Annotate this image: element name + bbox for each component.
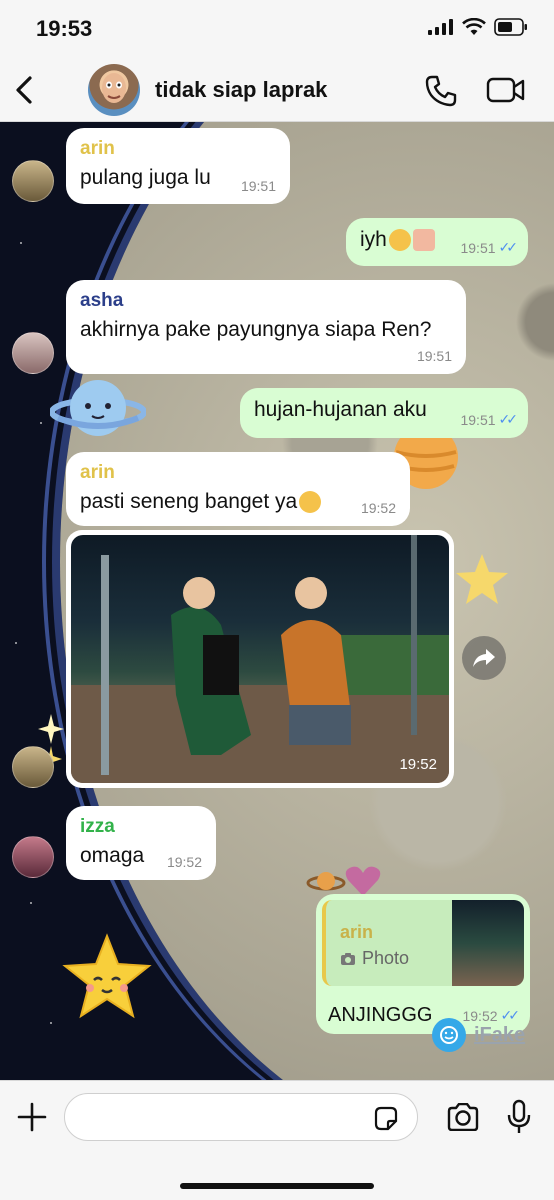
read-ticks-icon: ✓✓ — [498, 239, 519, 255]
battery-icon — [494, 18, 527, 36]
message-time: 19:51 ✓✓ — [460, 411, 519, 428]
message-time: 19:51 — [240, 178, 276, 194]
phone-icon[interactable] — [424, 74, 458, 108]
camera-icon[interactable] — [446, 1103, 480, 1131]
reply-message[interactable]: arin Photo ANJINGGG 19:52 ✓✓ — [316, 894, 530, 1034]
message-text: iyh — [360, 228, 387, 251]
read-ticks-icon: ✓✓ — [498, 411, 519, 427]
planet-sticker — [50, 380, 146, 436]
smile-icon — [432, 1018, 466, 1052]
message-time: 19:52 — [360, 500, 396, 516]
star-sticker-big — [62, 933, 152, 1019]
avatar-arin[interactable] — [12, 160, 54, 202]
sender-name: izza — [80, 816, 115, 837]
message-bubble[interactable]: hujan-hujanan aku 19:51 ✓✓ — [240, 388, 528, 438]
message-bubble[interactable]: asha akhirnya pake payungnya siapa Ren? … — [66, 280, 466, 374]
heart-hands-icon — [412, 229, 435, 252]
star-sticker-small — [456, 554, 508, 604]
signal-icon — [428, 19, 453, 35]
photo-scene — [71, 535, 449, 783]
watermark-text: iFake — [474, 1023, 526, 1046]
message-bubble[interactable]: izza omaga 19:52 — [66, 806, 216, 880]
face-icon — [102, 73, 126, 103]
sender-name: arin — [80, 462, 115, 483]
message-time: 19:51 — [416, 348, 452, 364]
smiling-face-with-hearts-icon — [388, 229, 411, 252]
photo-message[interactable]: 19:52 — [66, 530, 454, 788]
input-bar — [0, 1080, 554, 1200]
message-bubble[interactable]: arin pulang juga lu 19:51 — [66, 128, 290, 204]
photo[interactable]: 19:52 — [71, 535, 449, 783]
face-with-hand-over-mouth-icon — [299, 491, 322, 514]
quoted-sender: arin — [340, 922, 374, 942]
ifake-watermark: iFake — [432, 1018, 525, 1052]
message-bubble[interactable]: arin pasti seneng banget ya 19:52 — [66, 452, 410, 526]
back-icon[interactable] — [10, 72, 40, 108]
group-avatar[interactable] — [88, 64, 140, 116]
status-bar: 19:53 — [0, 0, 554, 58]
status-time: 19:53 — [36, 16, 93, 41]
saturn-sticker — [306, 872, 346, 891]
status-icons — [428, 18, 528, 36]
chat-header: tidak siap laprak — [0, 58, 554, 122]
video-icon[interactable] — [486, 76, 526, 104]
avatar-asha[interactable] — [12, 332, 54, 374]
camera-icon — [341, 952, 355, 965]
message-text: hujan-hujanan aku — [254, 398, 427, 421]
message-text: ANJINGGG — [328, 1004, 433, 1026]
home-indicator[interactable] — [180, 1183, 374, 1189]
message-input[interactable] — [64, 1093, 418, 1141]
message-text: omaga — [80, 844, 145, 867]
quoted-photo-thumbnail — [452, 900, 524, 986]
heart-sticker — [345, 866, 381, 896]
forward-icon — [473, 649, 495, 667]
quoted-type: Photo — [340, 948, 409, 969]
avatar-arin[interactable] — [12, 746, 54, 788]
chat-area[interactable]: arin pulang juga lu 19:51 iyh 19:51 ✓✓ as… — [0, 122, 554, 1080]
chat-title[interactable]: tidak siap laprak — [155, 77, 327, 103]
forward-button[interactable] — [462, 636, 506, 680]
sticker-icon[interactable] — [372, 1105, 400, 1133]
message-text: pasti seneng banget ya — [80, 490, 298, 513]
message-time: 19:51 ✓✓ — [460, 239, 519, 256]
message-text: pulang juga lu — [80, 166, 211, 189]
message-text: akhirnya pake payungnya siapa Ren? — [80, 318, 432, 341]
message-bubble[interactable]: iyh 19:51 ✓✓ — [346, 218, 528, 266]
photo-time: 19:52 — [399, 756, 437, 773]
avatar-izza[interactable] — [12, 836, 54, 878]
sender-name: arin — [80, 138, 115, 159]
wifi-icon — [462, 18, 486, 35]
sender-name: asha — [80, 290, 124, 311]
plus-icon[interactable] — [16, 1101, 48, 1133]
message-time: 19:52 — [166, 854, 202, 870]
quoted-message[interactable]: arin Photo — [322, 900, 524, 986]
microphone-icon[interactable] — [506, 1099, 532, 1135]
